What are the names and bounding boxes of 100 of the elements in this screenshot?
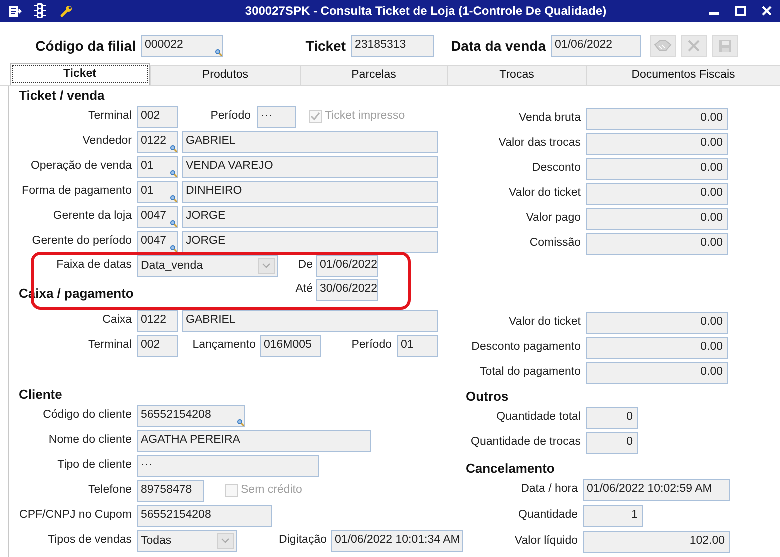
input-field[interactable]: 0.00 bbox=[586, 362, 728, 384]
field-label: Ticket bbox=[306, 36, 346, 56]
field-label: Terminal bbox=[88, 338, 132, 353]
field-label: Comissão bbox=[530, 236, 581, 251]
search-icon[interactable] bbox=[170, 170, 177, 176]
input-field[interactable]: 0047 bbox=[137, 230, 178, 252]
field-label: Valor líquido bbox=[514, 534, 578, 550]
input-field[interactable]: 0.00 bbox=[586, 158, 728, 180]
tab[interactable]: Trocas bbox=[447, 65, 586, 85]
search-icon[interactable] bbox=[237, 418, 244, 426]
input-field[interactable]: ··· bbox=[257, 106, 296, 128]
input-field[interactable]: 002 bbox=[137, 334, 178, 356]
field-label: Terminal bbox=[88, 108, 132, 124]
field-label: Desconto pagamento bbox=[472, 340, 581, 355]
field-label: Período bbox=[352, 338, 392, 353]
input-field[interactable]: 0 bbox=[586, 406, 638, 428]
input-field[interactable]: 0122 bbox=[137, 310, 178, 332]
input-field[interactable]: 016M005 bbox=[260, 334, 321, 356]
input-field[interactable]: ··· bbox=[137, 454, 319, 476]
cross-icon bbox=[687, 39, 701, 53]
input-field[interactable]: 0.00 bbox=[586, 312, 728, 334]
section-title: Cliente bbox=[19, 387, 62, 403]
field-label: Período bbox=[210, 108, 251, 124]
dropdown-field[interactable]: Data_venda bbox=[137, 255, 278, 277]
input-field[interactable]: 0.00 bbox=[586, 208, 728, 230]
input-field[interactable]: 002 bbox=[137, 106, 178, 128]
input-field[interactable]: 102.00 bbox=[583, 531, 730, 553]
field-label: Até bbox=[296, 282, 313, 298]
field-label: Código da filial bbox=[36, 36, 136, 56]
input-field[interactable]: 1 bbox=[583, 505, 643, 527]
input-field[interactable]: 01 bbox=[397, 334, 438, 356]
search-icon[interactable] bbox=[215, 49, 222, 56]
field-label: Quantidade de trocas bbox=[471, 434, 581, 450]
window-title: 300027SPK - Consulta Ticket de Loja (1-Controle De Qualidade) bbox=[245, 3, 607, 20]
input-field[interactable]: 01/06/2022 10:02:59 AM bbox=[583, 479, 730, 501]
field-label: Gerente do período bbox=[32, 234, 132, 249]
input-field[interactable]: 0 bbox=[586, 432, 638, 454]
field-label: Data da venda bbox=[451, 36, 546, 56]
input-field[interactable]: 0122 bbox=[137, 130, 178, 152]
field-label: Telefone bbox=[88, 482, 132, 498]
input-field[interactable]: JORGE bbox=[182, 206, 438, 228]
field-label: Lançamento bbox=[192, 338, 256, 353]
input-field[interactable]: 01 bbox=[137, 180, 178, 202]
chevron-down-icon bbox=[217, 532, 234, 548]
checkbox-label: Ticket impresso bbox=[325, 108, 406, 124]
field-label: Tipos de vendas bbox=[48, 532, 132, 548]
field-label: Forma de pagamento bbox=[22, 184, 132, 199]
input-field[interactable]: AGATHA PEREIRA bbox=[137, 430, 371, 452]
checkbox-label: Sem crédito bbox=[241, 482, 302, 498]
wrench-icon[interactable] bbox=[60, 4, 73, 18]
field-label: Operação de venda bbox=[30, 158, 132, 174]
search-icon[interactable] bbox=[170, 194, 177, 202]
dropdown-field[interactable]: Todas bbox=[137, 530, 237, 552]
input-field[interactable]: 0.00 bbox=[586, 182, 728, 204]
section-title: Cancelamento bbox=[466, 461, 555, 477]
search-icon[interactable] bbox=[170, 144, 177, 152]
field-label: Valor pago bbox=[526, 210, 581, 226]
input-field[interactable]: 01/06/2022 bbox=[551, 35, 641, 57]
tab[interactable]: Parcelas bbox=[300, 65, 447, 85]
tab[interactable]: Ticket bbox=[10, 63, 150, 85]
field-label: Desconto bbox=[532, 160, 581, 176]
traffic-light-icon[interactable] bbox=[34, 3, 46, 19]
search-icon[interactable] bbox=[170, 220, 177, 226]
input-field[interactable]: GABRIEL bbox=[182, 310, 438, 332]
section-title: Outros bbox=[466, 389, 509, 405]
close-icon[interactable] bbox=[762, 6, 772, 16]
input-field[interactable]: VENDA VAREJO bbox=[182, 156, 438, 178]
input-field[interactable]: 0.00 bbox=[586, 232, 728, 254]
input-field[interactable]: GABRIEL bbox=[182, 130, 438, 152]
document-arrow-icon[interactable] bbox=[8, 4, 22, 18]
input-field[interactable]: 56552154208 bbox=[137, 504, 272, 526]
field-label: Venda bruta bbox=[518, 110, 581, 126]
maximize-icon[interactable] bbox=[735, 6, 746, 16]
tab[interactable]: Documentos Fiscais bbox=[586, 65, 780, 85]
field-label: Vendedor bbox=[82, 134, 132, 149]
input-field[interactable]: 01/06/2022 bbox=[316, 255, 378, 277]
field-label: Valor do ticket bbox=[508, 314, 581, 330]
input-field[interactable]: 0.00 bbox=[586, 108, 728, 130]
input-field[interactable]: 30/06/2022 bbox=[316, 279, 378, 301]
field-label: Gerente da loja bbox=[53, 208, 132, 224]
input-field[interactable]: 01 bbox=[137, 156, 178, 178]
field-label: Caixa bbox=[102, 312, 132, 328]
input-field[interactable]: 56552154208 bbox=[137, 404, 245, 426]
field-label: Faixa de datas bbox=[56, 258, 132, 274]
input-field[interactable]: 23185313 bbox=[351, 35, 434, 57]
input-field[interactable]: 0047 bbox=[137, 206, 178, 228]
input-field[interactable]: 89758478 bbox=[137, 480, 204, 502]
field-label: Código do cliente bbox=[43, 408, 132, 423]
input-field[interactable]: JORGE bbox=[182, 230, 438, 252]
field-label: Tipo de cliente bbox=[58, 458, 132, 473]
input-field[interactable]: 0.00 bbox=[586, 132, 728, 154]
field-label: Valor das trocas bbox=[498, 136, 581, 151]
field-label: CPF/CNPJ no Cupom bbox=[20, 508, 132, 523]
input-field[interactable]: 01/06/2022 10:01:34 AM bbox=[331, 530, 463, 552]
search-icon[interactable] bbox=[170, 244, 177, 252]
input-field[interactable]: DINHEIRO bbox=[182, 180, 438, 202]
tab[interactable]: Produtos bbox=[150, 65, 300, 85]
field-label: Digitação bbox=[279, 532, 327, 548]
input-field[interactable]: 000022 bbox=[141, 35, 223, 57]
input-field[interactable]: 0.00 bbox=[586, 336, 728, 358]
